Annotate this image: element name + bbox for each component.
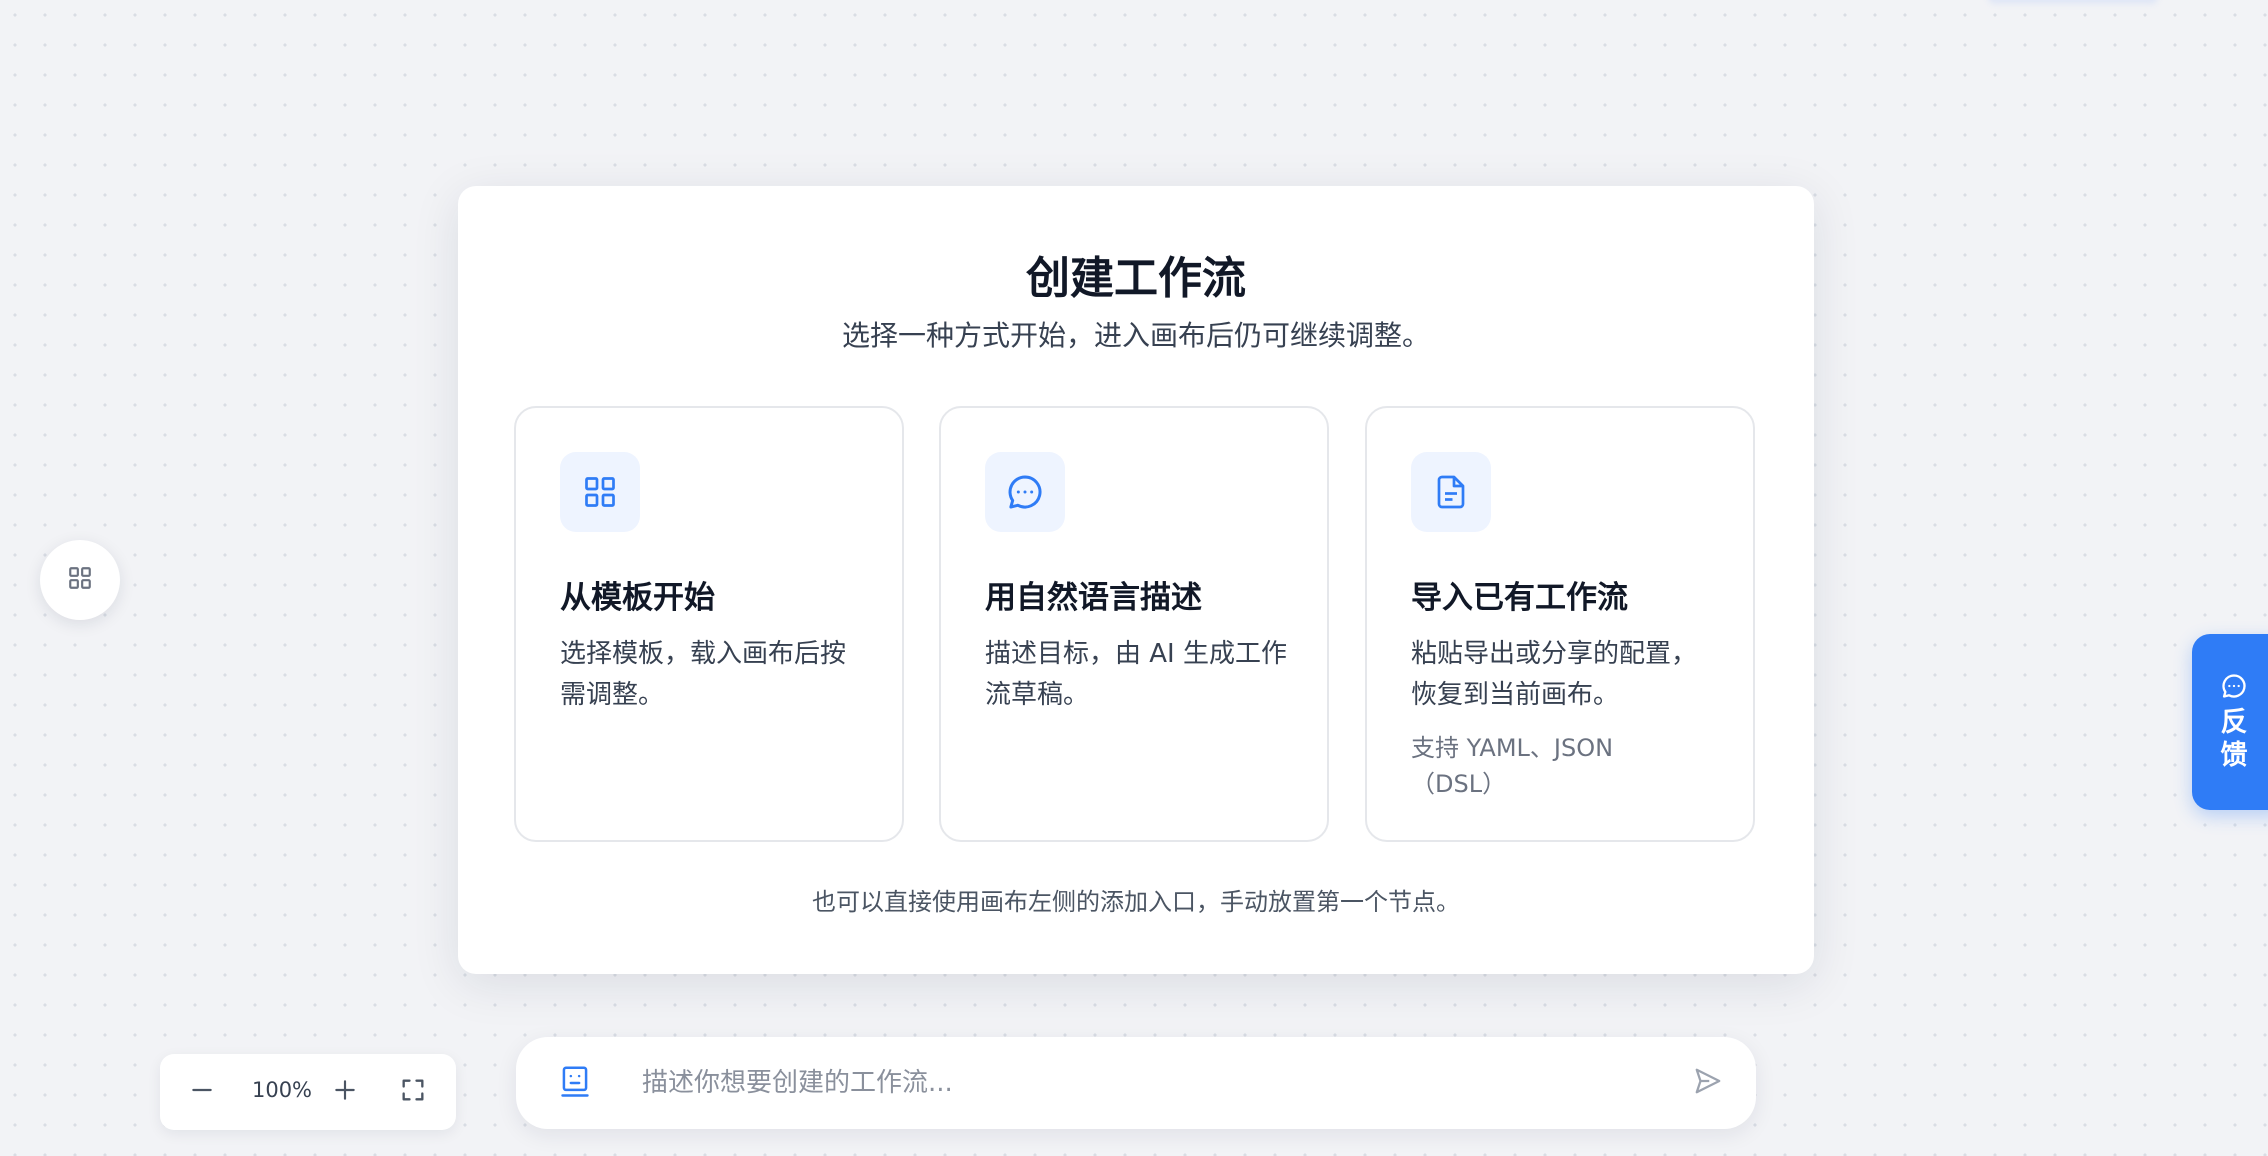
workflow-description-input[interactable] — [642, 1057, 1652, 1109]
plus-icon — [332, 1077, 358, 1107]
minus-icon — [189, 1077, 215, 1107]
ai-prompt-bar — [516, 1037, 1756, 1129]
chat-bubble-icon — [985, 452, 1065, 532]
send-button[interactable] — [1688, 1063, 1728, 1103]
dialog-title: 创建工作流 — [1026, 253, 1246, 304]
fit-view-button[interactable] — [393, 1072, 433, 1112]
zoom-controls: 100% — [160, 1054, 456, 1130]
chat-bubble-icon — [2220, 672, 2248, 704]
top-decor — [1988, 0, 2158, 4]
zoom-level: 100% — [251, 1078, 313, 1102]
grid-icon — [67, 565, 93, 595]
zoom-out-button[interactable] — [182, 1072, 222, 1112]
card-from-template[interactable]: 从模板开始 选择模板，载入画布后按需调整。 — [514, 406, 904, 842]
fullscreen-icon — [399, 1076, 427, 1108]
card-description: 描述目标，由 AI 生成工作流草稿。 — [985, 639, 1287, 710]
card-import-workflow[interactable]: 导入已有工作流 粘贴导出或分享的配置，恢复到当前画布。 支持 YAML、JSON… — [1365, 406, 1755, 842]
card-natural-language[interactable]: 用自然语言描述 描述目标，由 AI 生成工作流草稿。 — [939, 406, 1329, 842]
robot-icon — [558, 1065, 592, 1105]
zoom-in-button[interactable] — [325, 1072, 365, 1112]
card-title: 用自然语言描述 — [985, 580, 1202, 616]
grid-icon — [560, 452, 640, 532]
dialog-footer-hint: 也可以直接使用画布左侧的添加入口，手动放置第一个节点。 — [812, 888, 1460, 916]
feedback-label: 反馈 — [2220, 707, 2248, 771]
card-title: 从模板开始 — [560, 580, 715, 616]
document-icon — [1411, 452, 1491, 532]
send-icon — [1693, 1066, 1723, 1100]
card-note: 支持 YAML、JSON（DSL） — [1411, 734, 1614, 798]
add-node-handle[interactable] — [40, 540, 120, 620]
create-workflow-dialog: 创建工作流 选择一种方式开始，进入画布后仍可继续调整。 从模板开始 选择模板，载… — [458, 186, 1814, 974]
card-description: 选择模板，载入画布后按需调整。 — [560, 639, 847, 710]
dialog-subtitle: 选择一种方式开始，进入画布后仍可继续调整。 — [841, 319, 1430, 352]
card-title: 导入已有工作流 — [1411, 580, 1628, 616]
feedback-button[interactable]: 反馈 — [2192, 634, 2268, 810]
card-description: 粘贴导出或分享的配置，恢复到当前画布。 — [1411, 639, 1698, 710]
